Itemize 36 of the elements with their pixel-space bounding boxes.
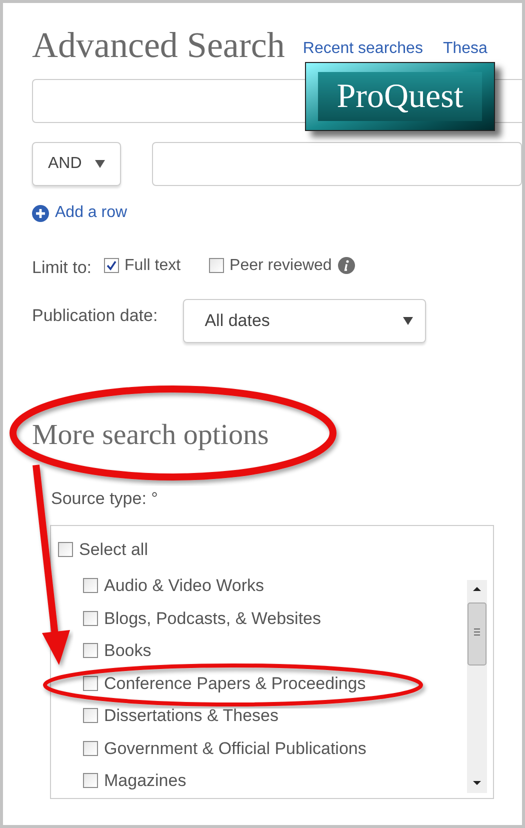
section-heading: More search options bbox=[32, 420, 269, 450]
nav-link[interactable]: Recent searches bbox=[302, 37, 423, 61]
checkbox-label: Blogs, Podcasts, & Websites bbox=[104, 610, 322, 627]
checkbox-label: Government & Official Publications bbox=[104, 740, 366, 757]
checkbox[interactable] bbox=[83, 740, 98, 756]
checkbox-label: Conference Papers & Proceedings bbox=[104, 674, 366, 692]
checkbox[interactable] bbox=[83, 643, 98, 658]
checkbox[interactable] bbox=[104, 258, 119, 274]
checkbox[interactable] bbox=[58, 542, 73, 558]
checkbox[interactable] bbox=[83, 610, 98, 626]
checkbox-label: Audio & Video Works bbox=[104, 577, 264, 594]
search-field[interactable] bbox=[152, 142, 522, 186]
checkbox[interactable] bbox=[83, 773, 98, 788]
limit-label: Limit to: bbox=[32, 257, 92, 279]
checkbox[interactable] bbox=[83, 578, 98, 594]
date-select[interactable]: All dates bbox=[182, 298, 426, 342]
checkbox[interactable] bbox=[83, 676, 98, 691]
checkbox-label: Magazines bbox=[104, 772, 186, 790]
add-row-link[interactable]: Add a row bbox=[32, 201, 128, 225]
checkbox-label: Dissertations & Theses bbox=[104, 707, 278, 724]
page-title: Advanced Search bbox=[32, 27, 285, 63]
checkbox[interactable] bbox=[83, 708, 98, 724]
scrollbar-drawing[interactable] bbox=[467, 580, 487, 792]
dropdown-icon bbox=[94, 160, 105, 168]
proquest-logo: ProQuest bbox=[305, 62, 495, 131]
nav-link[interactable]: Thesa bbox=[442, 37, 488, 61]
checkbox-label: Books bbox=[104, 642, 152, 660]
checkbox[interactable] bbox=[208, 258, 224, 274]
checkbox-label: Full text bbox=[124, 256, 181, 276]
plus-icon bbox=[32, 204, 49, 222]
checkbox-label: Select all bbox=[79, 539, 148, 561]
dropdown-icon bbox=[402, 316, 413, 324]
operator-select[interactable]: AND bbox=[32, 142, 121, 186]
date-label: Publication date: bbox=[32, 304, 158, 326]
source-type-label: Source type: ° bbox=[51, 488, 158, 510]
checkbox-label: Peer reviewed bbox=[230, 256, 332, 276]
